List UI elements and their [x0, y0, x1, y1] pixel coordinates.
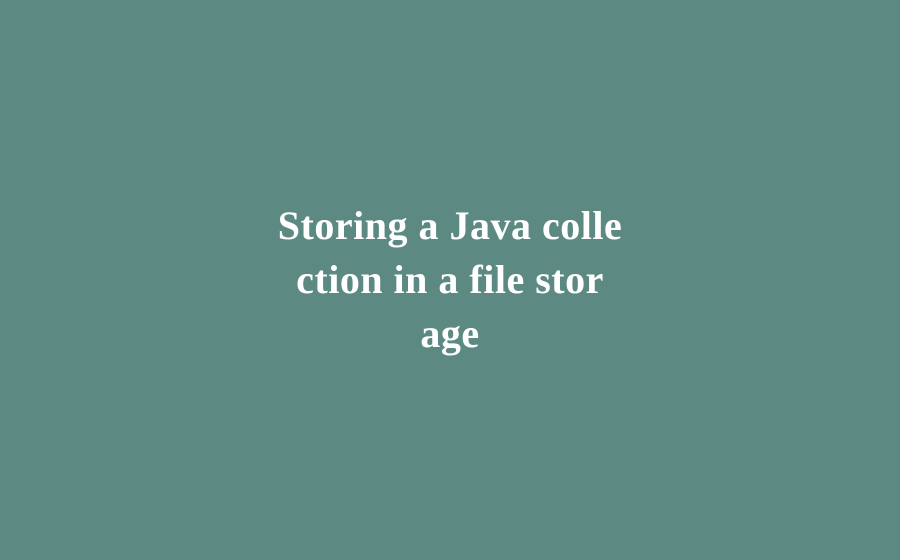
- title-line-2: ction in a file stor: [296, 257, 604, 302]
- title-line-3: age: [420, 311, 479, 356]
- title-line-1: Storing a Java colle: [278, 203, 622, 248]
- page-title: Storing a Java colle ction in a file sto…: [278, 199, 622, 361]
